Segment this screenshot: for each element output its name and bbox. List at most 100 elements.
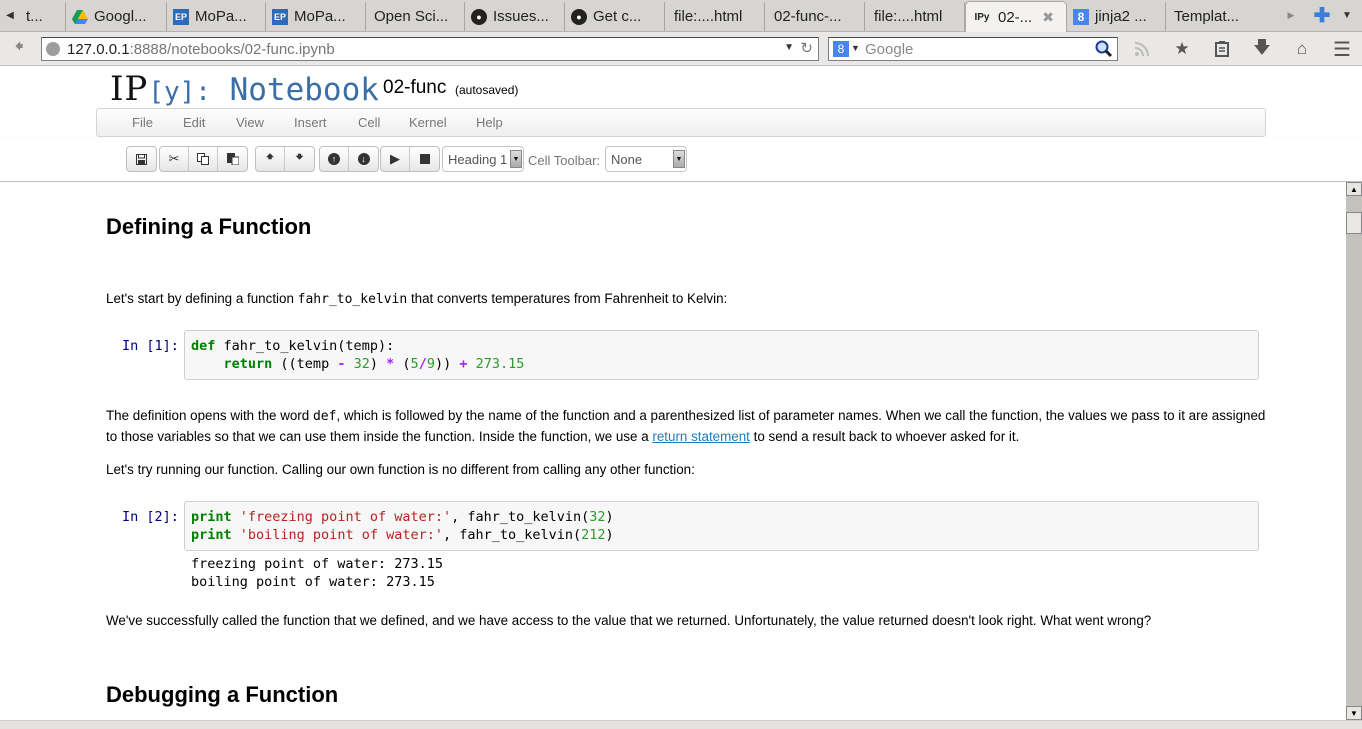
tab-label: Open Sci... <box>374 8 449 25</box>
move-up-button[interactable]: 🠹 <box>256 147 285 171</box>
notebook-content[interactable]: Defining a Function Let's start by defin… <box>0 182 1346 718</box>
return-statement-link[interactable]: return statement <box>652 429 750 444</box>
browser-tab[interactable]: file:....html <box>665 2 765 31</box>
markdown-cell[interactable]: Let's start by defining a function fahr_… <box>106 289 1266 310</box>
tab-label: 02-... <box>998 8 1033 26</box>
browser-nav-bar: 🠸 127.0.0.1:8888/notebooks/02-func.ipynb… <box>0 32 1362 66</box>
tab-label: Googl... <box>94 8 147 25</box>
scroll-up-arrow-icon[interactable]: ▲ <box>1346 182 1362 196</box>
browser-tab[interactable]: Open Sci... <box>366 2 465 31</box>
tab-scroll-right-icon[interactable]: ▶ <box>1284 0 1298 31</box>
ipython-logo[interactable]: IP[y]: Notebook <box>110 69 379 112</box>
browser-tab-strip: ◀ t... Googl... EP MoPa... EP MoPa... Op… <box>0 0 1362 32</box>
tab-label: MoPa... <box>294 8 346 25</box>
browser-tab[interactable]: 02-func-... <box>765 2 865 31</box>
cell-output: freezing point of water: 273.15 boiling … <box>191 556 443 590</box>
github-icon: ● <box>471 8 487 25</box>
insert-below-button[interactable]: ↓ <box>349 147 378 171</box>
scroll-down-arrow-icon[interactable]: ▼ <box>1346 706 1362 720</box>
close-tab-icon[interactable]: ✖ <box>1042 9 1054 26</box>
move-down-button[interactable]: 🠻 <box>285 147 314 171</box>
tab-label: MoPa... <box>195 8 247 25</box>
vertical-scrollbar[interactable]: ▲ ▼ <box>1346 182 1362 720</box>
url-text[interactable]: 127.0.0.1:8888/notebooks/02-func.ipynb <box>67 41 335 58</box>
reload-icon[interactable]: ↻ <box>800 39 813 57</box>
menu-view[interactable]: View <box>236 115 264 130</box>
paste-button[interactable] <box>218 147 247 171</box>
browser-tab[interactable]: ● Get c... <box>565 2 665 31</box>
url-history-dropdown-icon[interactable]: ▼ <box>784 42 794 53</box>
ep-icon: EP <box>272 8 288 25</box>
cell-toolbar-label: Cell Toolbar: <box>528 153 601 168</box>
status-strip <box>0 720 1362 729</box>
home-icon[interactable]: ⌂ <box>1290 38 1314 60</box>
save-button[interactable] <box>127 147 156 171</box>
browser-tab[interactable]: EP MoPa... <box>167 2 266 31</box>
menu-help[interactable]: Help <box>476 115 503 130</box>
input-prompt: In [2]: <box>122 509 179 525</box>
reading-list-icon[interactable] <box>1210 38 1234 60</box>
markdown-cell[interactable]: We've successfully called the function t… <box>106 611 1266 631</box>
search-icon[interactable] <box>1095 40 1113 58</box>
play-icon: ▶ <box>390 151 400 166</box>
google-icon: 8 <box>1073 8 1089 25</box>
cell-type-select[interactable]: Heading 1 ▼ <box>442 146 524 172</box>
search-bar: 8 ▼ <box>828 37 1118 61</box>
autosave-status: (autosaved) <box>455 83 519 97</box>
edit-group: ✂ <box>159 146 248 172</box>
browser-tab-active[interactable]: IPy 02-... ✖ <box>965 1 1067 32</box>
markdown-cell[interactable]: The definition opens with the word def, … <box>106 406 1266 447</box>
arrow-down-icon: 🠻 <box>295 149 304 164</box>
notebook-header: IP[y]: Notebook 02-func (autosaved) File… <box>0 67 1362 182</box>
google-search-engine-icon[interactable]: 8 <box>833 41 849 57</box>
cell-toolbar-select[interactable]: None ▼ <box>605 146 687 172</box>
markdown-cell[interactable]: Let's try running our function. Calling … <box>106 460 1266 480</box>
input-prompt: In [1]: <box>122 338 179 354</box>
ep-icon: EP <box>173 8 189 25</box>
back-arrow-icon[interactable]: 🠸 <box>8 36 30 60</box>
menu-file[interactable]: File <box>132 115 153 130</box>
downloads-icon[interactable]: 🡇 <box>1250 38 1274 60</box>
tab-scroll-left-icon[interactable]: ◀ <box>0 0 20 31</box>
heading-defining-a-function[interactable]: Defining a Function <box>106 214 311 240</box>
new-tab-icon[interactable]: ✚ <box>1312 4 1332 27</box>
notebook-name[interactable]: 02-func <box>383 77 446 99</box>
scissors-icon: ✂ <box>168 151 180 166</box>
menu-edit[interactable]: Edit <box>183 115 205 130</box>
ipython-icon: IPy <box>974 11 990 23</box>
heading-debugging-a-function[interactable]: Debugging a Function <box>106 682 338 708</box>
run-button[interactable]: ▶ <box>381 147 410 171</box>
browser-tab[interactable]: EP MoPa... <box>266 2 366 31</box>
copy-button[interactable] <box>189 147 218 171</box>
notebook-menubar: File Edit View Insert Cell Kernel Help <box>96 108 1266 137</box>
menu-icon[interactable]: ☰ <box>1330 38 1354 61</box>
cut-button[interactable]: ✂ <box>160 147 189 171</box>
tab-label: file:....html <box>874 8 943 25</box>
rss-feed-icon[interactable] <box>1130 38 1154 60</box>
url-bar[interactable]: 127.0.0.1:8888/notebooks/02-func.ipynb ▼… <box>41 37 819 61</box>
browser-tab[interactable]: 8 jinja2 ... <box>1067 2 1166 31</box>
interrupt-button[interactable] <box>410 147 439 171</box>
circle-arrow-down-icon: ↓ <box>357 153 370 165</box>
stop-icon <box>419 154 430 164</box>
search-engine-dropdown-icon[interactable]: ▼ <box>851 43 860 53</box>
copy-icon <box>197 153 209 165</box>
search-input[interactable] <box>865 40 1087 58</box>
browser-tab[interactable]: t... <box>20 2 66 31</box>
insert-above-button[interactable]: ↑ <box>320 147 349 171</box>
menu-cell[interactable]: Cell <box>358 115 380 130</box>
browser-tab[interactable]: Googl... <box>66 2 167 31</box>
tab-label: jinja2 ... <box>1095 8 1147 25</box>
browser-tab[interactable]: file:....html <box>865 2 965 31</box>
browser-tab[interactable]: Templat... <box>1166 2 1266 31</box>
tab-list-dropdown-icon[interactable]: ▼ <box>1338 4 1356 26</box>
inline-code: def <box>312 409 337 424</box>
menu-kernel[interactable]: Kernel <box>409 115 447 130</box>
chevron-down-icon: ▼ <box>510 150 522 168</box>
bookmark-star-icon[interactable]: ★ <box>1170 38 1194 60</box>
code-cell-2[interactable]: print 'freezing point of water:', fahr_t… <box>184 501 1259 551</box>
menu-insert[interactable]: Insert <box>294 115 327 130</box>
browser-tab[interactable]: ● Issues... <box>465 2 565 31</box>
scrollbar-thumb[interactable] <box>1346 212 1362 234</box>
code-cell-1[interactable]: def fahr_to_kelvin(temp): return ((temp … <box>184 330 1259 380</box>
